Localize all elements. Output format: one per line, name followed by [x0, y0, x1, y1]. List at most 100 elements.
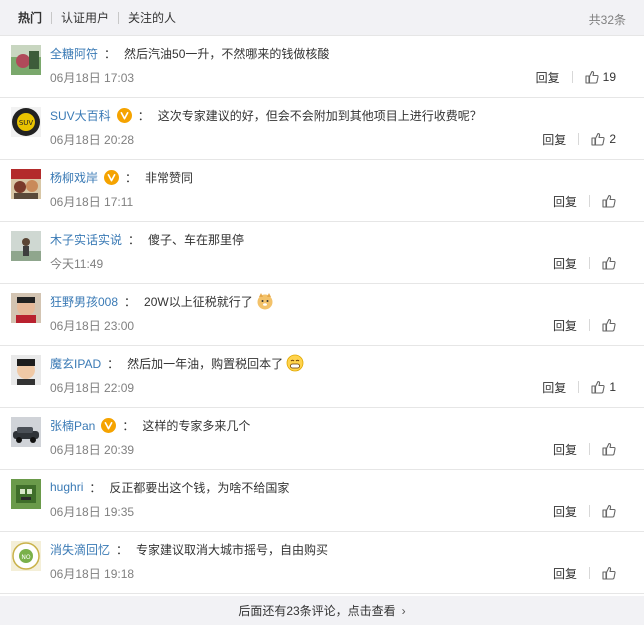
comment-actions: 回复 [553, 502, 616, 520]
comment-timestamp: 06月18日 19:18 [50, 567, 135, 581]
user-avatar[interactable] [11, 355, 41, 385]
like-button[interactable]: 19 [585, 70, 616, 84]
colon-separator: ： [104, 46, 117, 61]
comment-text: 20W以上征税就行了 [144, 294, 253, 309]
like-button[interactable] [602, 256, 616, 270]
comment-item: 魔玄IPAD ： 然后加一年油，购置税回本了 06月18日 22:09 回复 1 [0, 346, 644, 408]
comment-timestamp: 06月18日 17:03 [50, 71, 135, 85]
user-avatar[interactable] [11, 293, 41, 323]
colon-separator: ： [137, 108, 150, 123]
comment-text: 非常赞同 [145, 170, 194, 185]
load-more-comments-button[interactable]: 后面还有23条评论，点击查看 › [0, 596, 644, 625]
user-avatar[interactable] [11, 231, 41, 261]
doge-emoji [256, 292, 274, 310]
comment-total-count: 共32条 [588, 13, 626, 27]
comment-actions: 回复 [553, 192, 616, 210]
comment-line: 木子实话实说 ： 傻子、车在那里停 [50, 230, 244, 248]
user-avatar[interactable]: SUV [11, 107, 41, 137]
reply-button[interactable]: 回复 [542, 131, 566, 148]
verified-badge-icon [116, 107, 132, 123]
comment-timestamp: 06月18日 23:00 [50, 319, 135, 333]
comment-line: 张楠Pan ： 这样的专家多来几个 [50, 416, 250, 434]
reply-button[interactable]: 回复 [553, 565, 577, 582]
user-avatar[interactable] [11, 45, 41, 75]
like-button[interactable] [602, 504, 616, 518]
action-divider [589, 505, 590, 517]
comment-item: 杨柳戏岸 ： 非常赞同 06月18日 17:11 回复 [0, 160, 644, 222]
comment-actions: 回复 [553, 564, 616, 582]
reply-button[interactable]: 回复 [553, 193, 577, 210]
reply-button[interactable]: 回复 [553, 255, 577, 272]
comment-filter-tabs: 热门 认证用户 关注的人 共32条 [0, 0, 644, 36]
comment-item: NO 消失滴回忆 ： 专家建议取消大城市摇号，自由购买 06月18日 19:18 回复 [0, 532, 644, 594]
like-count: 2 [609, 132, 616, 146]
thumbs-up-icon [602, 566, 616, 580]
comment-text: 反正都要出这个钱，为啥不给国家 [109, 480, 290, 495]
like-button[interactable] [602, 566, 616, 580]
username-link[interactable]: 木子实话实说 [50, 231, 122, 248]
like-count: 19 [602, 70, 616, 84]
thumbs-up-icon [602, 442, 616, 456]
comment-actions: 回复 2 [542, 130, 616, 148]
reply-button[interactable]: 回复 [542, 379, 566, 396]
comment-line: 杨柳戏岸 ： 非常赞同 [50, 168, 193, 186]
like-button[interactable]: 1 [591, 380, 616, 394]
comment-list: 全糖阿符 ： 然后汽油50一升，不然哪来的钱做核酸 06月18日 17:03 回复 19 S… [0, 36, 644, 594]
reply-button[interactable]: 回复 [553, 317, 577, 334]
username-link[interactable]: 张楠Pan [50, 417, 95, 434]
comment-timestamp: 今天11:49 [50, 257, 104, 271]
comment-text: 这样的专家多来几个 [142, 418, 251, 433]
reply-button[interactable]: 回复 [553, 441, 577, 458]
comment-actions: 回复 [553, 254, 616, 272]
comment-line: 全糖阿符 ： 然后汽油50一升，不然哪来的钱做核酸 [50, 44, 329, 62]
username-link[interactable]: 消失滴回忆 [50, 541, 110, 558]
username-link[interactable]: 全糖阿符 [50, 45, 98, 62]
thumbs-up-icon [591, 380, 605, 394]
comment-actions: 回复 [553, 316, 616, 334]
username-link[interactable]: SUV大百科 [50, 107, 111, 124]
colon-separator: ： [116, 542, 129, 557]
user-avatar[interactable]: NO [11, 541, 41, 571]
like-button[interactable]: 2 [591, 132, 616, 146]
username-link[interactable]: 杨柳戏岸 [50, 169, 98, 186]
verified-badge-icon [101, 417, 117, 433]
like-button[interactable] [602, 318, 616, 332]
comment-actions: 回复 1 [542, 378, 616, 396]
like-button[interactable] [602, 194, 616, 208]
username-link[interactable]: hughri [50, 480, 83, 494]
comment-item: 张楠Pan ： 这样的专家多来几个 06月18日 20:39 回复 [0, 408, 644, 470]
tab-verified-users[interactable]: 认证用户 [52, 9, 118, 26]
thumbs-up-icon [602, 256, 616, 270]
tab-hot[interactable]: 热门 [18, 9, 51, 26]
comment-item: 全糖阿符 ： 然后汽油50一升，不然哪来的钱做核酸 06月18日 17:03 回复 19 [0, 36, 644, 98]
user-avatar[interactable] [11, 417, 41, 447]
comment-line: 消失滴回忆 ： 专家建议取消大城市摇号，自由购买 [50, 540, 328, 558]
username-link[interactable]: 狂野男孩008 [50, 293, 118, 310]
reply-button[interactable]: 回复 [553, 503, 577, 520]
colon-separator: ： [125, 170, 138, 185]
action-divider [589, 567, 590, 579]
like-button[interactable] [602, 442, 616, 456]
action-divider [589, 195, 590, 207]
comment-line: SUV大百科 ： 这次专家建议的好，但会不会附加到其他项目上进行收费呢？ [50, 106, 482, 124]
grin-emoji [286, 354, 304, 372]
reply-button[interactable]: 回复 [536, 69, 560, 86]
comment-text: 傻子、车在那里停 [148, 232, 245, 247]
user-avatar[interactable] [11, 169, 41, 199]
chevron-right-icon: › [401, 603, 406, 618]
comment-actions: 回复 [553, 440, 616, 458]
comment-item: hughri ： 反正都要出这个钱，为啥不给国家 06月18日 19:35 回复 [0, 470, 644, 532]
action-divider [589, 319, 590, 331]
comment-item: SUV SUV大百科 ： 这次专家建议的好，但会不会附加到其他项目上进行收费呢？ 06月… [0, 98, 644, 160]
comment-timestamp: 06月18日 20:28 [50, 133, 135, 147]
colon-separator: ： [107, 356, 120, 371]
tab-following[interactable]: 关注的人 [119, 9, 185, 26]
thumbs-up-icon [602, 318, 616, 332]
verified-badge-icon [104, 169, 120, 185]
action-divider [578, 381, 580, 393]
thumbs-up-icon [591, 132, 605, 146]
username-link[interactable]: 魔玄IPAD [50, 355, 101, 372]
colon-separator: ： [89, 480, 102, 495]
user-avatar[interactable] [11, 479, 41, 509]
comment-line: 魔玄IPAD ： 然后加一年油，购置税回本了 [50, 354, 304, 372]
